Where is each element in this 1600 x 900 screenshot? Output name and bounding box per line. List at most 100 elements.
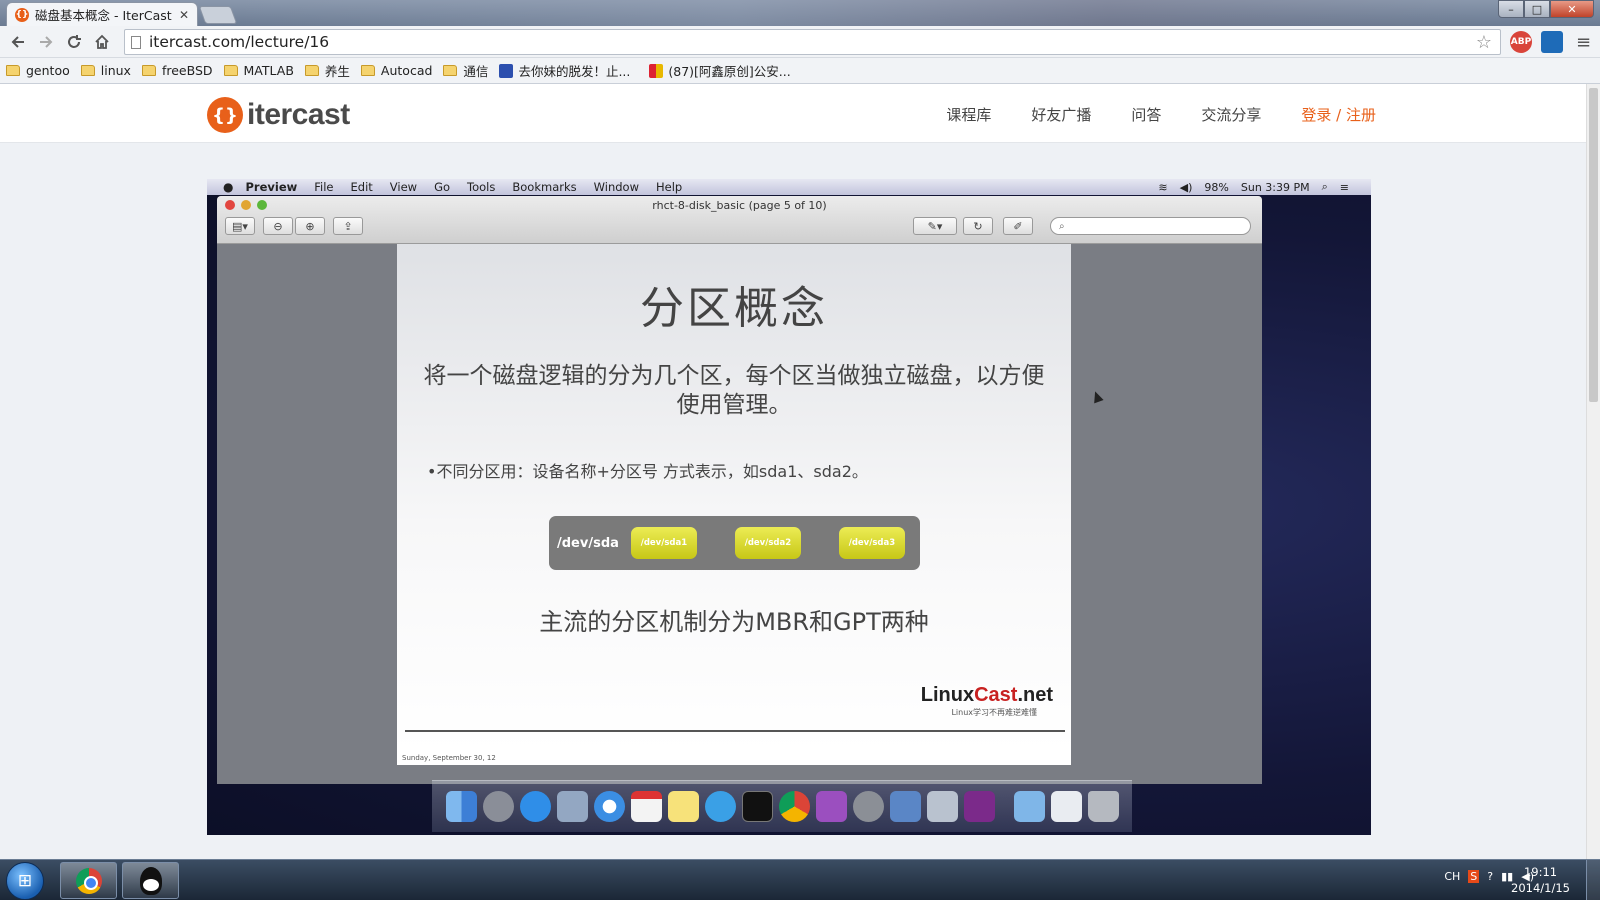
bookmark-page-original[interactable]: (87)[阿鑫原创]公安... (649, 61, 791, 80)
tab-close-icon[interactable]: ✕ (179, 8, 189, 22)
slide-divider (405, 730, 1065, 732)
back-arrow-icon (11, 35, 24, 48)
forward-button[interactable] (32, 28, 60, 56)
browser-tab[interactable]: {} 磁盘基本概念 - IterCast ✕ (6, 2, 198, 26)
home-icon (95, 34, 109, 49)
reload-icon (68, 34, 81, 48)
adblock-extension-icon[interactable]: ABP (1510, 31, 1532, 53)
disk-label: /dev/sda (557, 535, 619, 551)
bookmark-label: 养生 (324, 64, 350, 79)
folder-icon (360, 65, 375, 76)
apple-menu-icon: ● (223, 180, 234, 194)
extension-icon[interactable] (1541, 31, 1563, 53)
minimize-button[interactable]: – (1498, 0, 1524, 18)
itercast-logo[interactable]: {} itercast (207, 97, 350, 133)
disk-diagram: /dev/sda /dev/sda1 /dev/sda2 /dev/sda3 (549, 516, 920, 570)
windows-logo-icon: ⊞ (17, 871, 33, 891)
nav-share[interactable]: 交流分享 (1201, 104, 1261, 125)
linuxcast-brand: LinuxCast.net Linux学习不再难逆难懂 (921, 684, 1053, 718)
input-language[interactable]: CH (1444, 870, 1460, 883)
bookmark-label: 通信 (463, 64, 489, 79)
home-button[interactable] (88, 28, 116, 56)
mac-clock: Sun 3:39 PM (1240, 180, 1310, 194)
bookmark-label: (87)[阿鑫原创]公安... (668, 64, 791, 79)
rotate-icon: ↻ (963, 217, 993, 235)
zoom-out-icon: ⊖ (263, 217, 293, 235)
bookmark-folder-telecom[interactable]: 通信 (443, 61, 488, 80)
bookmark-label: gentoo (26, 63, 70, 78)
nav-course-library[interactable]: 课程库 (946, 104, 991, 125)
menu-tools: Tools (467, 180, 496, 194)
finder-icon (445, 791, 477, 822)
address-bar[interactable]: itercast.com/lecture/16 ☆ (124, 29, 1501, 55)
menu-go: Go (434, 180, 451, 194)
brand-cast: Cast (974, 684, 1018, 706)
taskbar-chrome-button[interactable] (60, 862, 117, 899)
help-icon[interactable]: ? (1487, 870, 1493, 883)
site-favicon-icon (649, 63, 664, 78)
sogou-icon[interactable]: S (1468, 870, 1480, 883)
menu-edit: Edit (350, 180, 373, 194)
slide-page: 分区概念 将一个磁盘逻辑的分为几个区，每个区当做独立磁盘，以方便使用管理。 •不… (397, 244, 1071, 765)
slide-title: 分区概念 (640, 283, 828, 334)
reload-button[interactable] (60, 28, 88, 56)
spotlight-icon: ⌕ (1321, 180, 1328, 193)
mac-menubar: ● Preview File Edit View Go Tools Bookma… (207, 179, 1371, 195)
taskbar-clock[interactable]: 19:11 2014/1/15 (1511, 864, 1570, 896)
maximize-button[interactable]: □ (1524, 0, 1550, 18)
folder-dock-icon (1013, 791, 1045, 822)
clock-date: 2014/1/15 (1511, 881, 1570, 895)
preview-titlebar: rhct-8-disk_basic (page 5 of 10) ▤▾ ⊖ ⊕ … (217, 196, 1262, 244)
chrome-dock-icon (778, 791, 810, 822)
logo-mark-icon: {} (207, 97, 243, 133)
bookmark-folder-matlab[interactable]: MATLAB (223, 63, 294, 78)
hd-icon (963, 791, 995, 822)
chrome-icon (75, 867, 102, 894)
browser-titlebar: {} 磁盘基本概念 - IterCast ✕ – □ ✕ (0, 0, 1600, 26)
menu-view: View (389, 180, 418, 194)
brand-name: LinuxCast.net (921, 684, 1053, 707)
bookmark-label: MATLAB (243, 63, 294, 78)
page-scrollbar[interactable] (1586, 84, 1600, 859)
show-desktop-button[interactable] (1586, 860, 1600, 900)
logo-text: itercast (247, 98, 350, 131)
partition-sda2: /dev/sda2 (734, 527, 801, 559)
back-button[interactable] (4, 28, 32, 56)
page-icon (131, 35, 141, 49)
bookmark-page-hair[interactable]: 去你妹的脱发！止... (499, 61, 630, 80)
bookmark-folder-linux[interactable]: linux (80, 63, 131, 78)
slide-note: 主流的分区机制分为MBR和GPT两种 (539, 608, 929, 636)
chrome-menu-icon[interactable]: ≡ (1576, 32, 1594, 53)
bookmarks-bar: gentoo linux freeBSD MATLAB 养生 Autocad 通… (0, 58, 1600, 84)
qq-penguin-icon (139, 866, 162, 895)
annotate-icon: ✎▾ (913, 217, 957, 235)
nav-friend-broadcast[interactable]: 好友广播 (1031, 104, 1091, 125)
trash-icon (1087, 791, 1119, 822)
bookmark-folder-autocad[interactable]: Autocad (360, 63, 432, 78)
lecture-video[interactable]: ● Preview File Edit View Go Tools Bookma… (207, 179, 1371, 835)
close-window-button[interactable]: ✕ (1550, 0, 1594, 18)
slide-description: 将一个磁盘逻辑的分为几个区，每个区当做独立磁盘，以方便使用管理。 (423, 363, 1045, 418)
new-tab-button[interactable] (198, 6, 238, 24)
start-button[interactable]: ⊞ (6, 862, 44, 900)
bookmark-folder-freebsd[interactable]: freeBSD (141, 63, 213, 78)
forward-arrow-icon (40, 35, 53, 48)
preview-app-icon (556, 791, 588, 822)
documents-icon (1050, 791, 1082, 822)
bookmark-folder-gentoo[interactable]: gentoo (6, 63, 70, 78)
login-register-link[interactable]: 登录 / 注册 (1301, 104, 1376, 125)
share-icon: ⇪ (333, 217, 363, 235)
menu-bookmarks: Bookmarks (512, 180, 577, 194)
page-viewport: {} itercast 课程库 好友广播 问答 交流分享 登录 / 注册 ● P… (0, 84, 1586, 859)
nav-qa[interactable]: 问答 (1131, 104, 1161, 125)
notes-icon (667, 791, 699, 822)
clock-time: 19:11 (1523, 865, 1558, 879)
scrollbar-thumb[interactable] (1589, 88, 1598, 402)
slide-footer-date: Sunday, September 30, 12 (397, 752, 1071, 765)
site-header: {} itercast 课程库 好友广播 问答 交流分享 登录 / 注册 (0, 84, 1586, 143)
taskbar-qq-button[interactable] (122, 862, 179, 899)
preview-window-title: rhct-8-disk_basic (page 5 of 10) (652, 199, 827, 212)
bookmark-star-icon[interactable]: ☆ (1476, 32, 1492, 53)
folder-icon (304, 65, 319, 76)
bookmark-folder-health[interactable]: 养生 (304, 61, 350, 80)
